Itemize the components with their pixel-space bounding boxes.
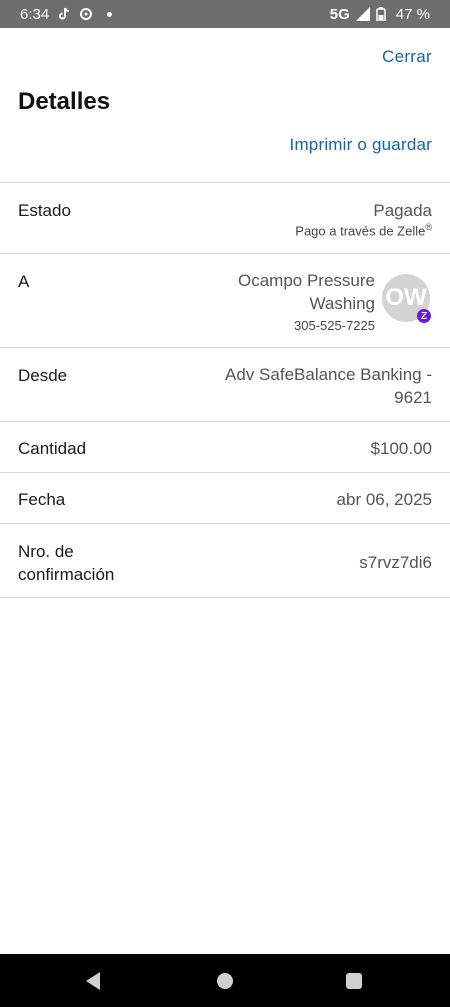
page-title: Detalles — [18, 88, 111, 115]
battery-icon — [376, 7, 390, 22]
estado-label: Estado — [18, 201, 71, 220]
status-time: 6:34 — [20, 5, 50, 23]
zelle-payment-text: Pago a través de Zelle — [295, 223, 426, 239]
amount-label: Cantidad — [18, 439, 87, 458]
amount-value: $100.00 — [370, 439, 432, 458]
recipient-label: A — [18, 272, 30, 291]
divider — [0, 253, 450, 254]
from-account-line1: Adv SafeBalance Banking - — [225, 365, 432, 384]
registered-mark: ® — [425, 222, 432, 232]
confirmation-label-line2: confirmación — [18, 565, 115, 584]
recipient-phone: 305-525-7225 — [294, 318, 375, 333]
divider — [0, 182, 450, 183]
close-button[interactable]: Cerrar — [382, 47, 432, 67]
from-label: Desde — [18, 366, 68, 385]
divider — [0, 523, 450, 524]
confirmation-label-line1: Nro. de — [18, 542, 74, 561]
date-label: Fecha — [18, 490, 66, 509]
home-icon[interactable] — [217, 973, 233, 989]
recent-apps-icon[interactable] — [346, 973, 362, 989]
tiktok-icon — [57, 7, 71, 21]
zelle-payment-note: Pago a través de Zelle® — [295, 222, 432, 238]
zelle-badge-icon: Z — [417, 309, 431, 323]
signal-icon — [355, 7, 370, 21]
divider — [0, 597, 450, 598]
recipient-name-line1: Ocampo Pressure — [238, 271, 375, 290]
estado-value: Pagada — [373, 201, 432, 220]
network-type: 5G — [329, 5, 350, 23]
print-or-save-button[interactable]: Imprimir o guardar — [290, 135, 432, 155]
divider — [0, 421, 450, 422]
battery-level: 47 % — [395, 5, 430, 23]
divider — [0, 347, 450, 348]
date-value: abr 06, 2025 — [336, 490, 432, 509]
recipient-name-line2: Washing — [309, 294, 375, 313]
sync-icon — [79, 7, 93, 21]
confirmation-value: s7rvz7di6 — [359, 553, 432, 572]
divider — [0, 472, 450, 473]
notification-dot-icon — [107, 11, 113, 17]
back-icon[interactable] — [86, 972, 100, 990]
from-account-line2: 9621 — [394, 388, 432, 407]
status-bar: 6:34 5G 47 % — [0, 0, 450, 28]
